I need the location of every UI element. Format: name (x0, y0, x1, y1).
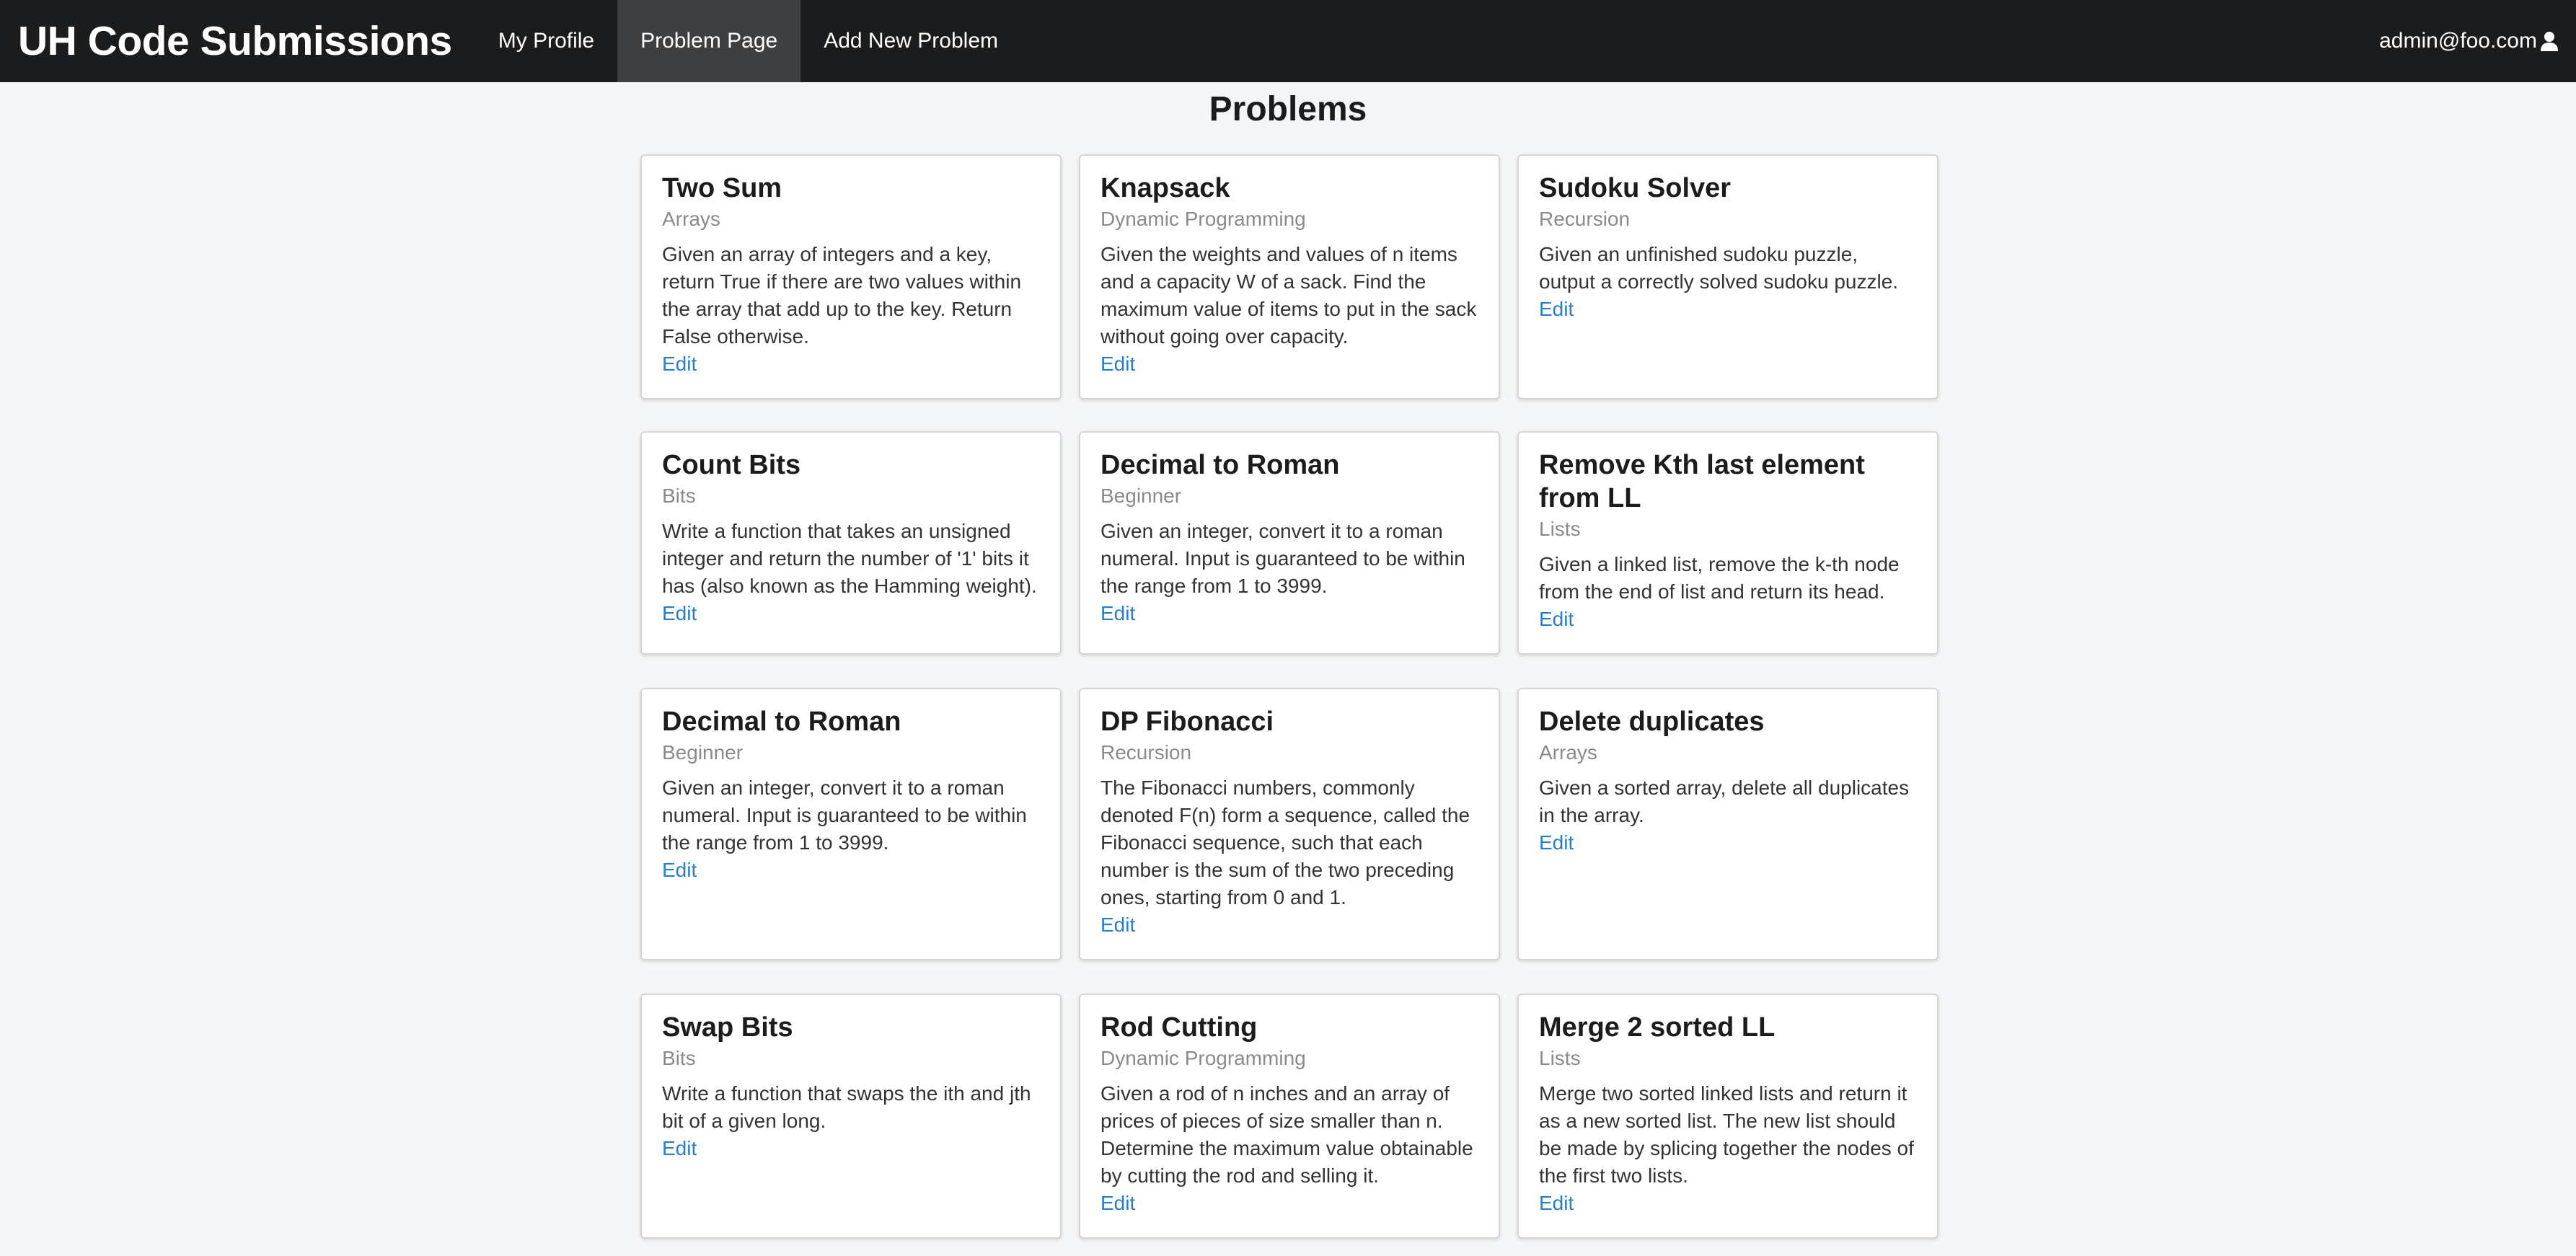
problem-category: Beginner (662, 741, 744, 764)
problem-category: Recursion (1539, 208, 1631, 230)
problem-category: Arrays (662, 208, 720, 230)
nav-my-profile[interactable]: My Profile (475, 0, 617, 82)
problem-card: Swap Bits Bits Write a function that swa… (640, 994, 1062, 1239)
problem-title: Remove Kth last element from LL (1539, 450, 1865, 513)
page-title: Problems (1209, 90, 1367, 128)
edit-link[interactable]: Edit (1100, 600, 1135, 627)
problem-card: Decimal to Roman Beginner Given an integ… (1079, 431, 1500, 655)
problem-category: Recursion (1100, 741, 1192, 764)
problem-card: Decimal to Roman Beginner Given an integ… (640, 688, 1062, 960)
edit-link[interactable]: Edit (1539, 1190, 1574, 1217)
problem-description: The Fibonacci numbers, commonly denoted … (1100, 777, 1470, 908)
problem-description: Given an unfinished sudoku puzzle, outpu… (1539, 243, 1899, 293)
top-navbar: UH Code Submissions My Profile Problem P… (0, 0, 2576, 82)
edit-link[interactable]: Edit (1100, 1190, 1135, 1217)
problem-card: Remove Kth last element from LL Lists Gi… (1517, 431, 1938, 655)
problem-title: Sudoku Solver (1539, 173, 1732, 203)
problem-category: Bits (662, 485, 696, 507)
edit-link[interactable]: Edit (662, 857, 697, 884)
problem-card: Rod Cutting Dynamic Programming Given a … (1079, 994, 1500, 1239)
edit-link[interactable]: Edit (662, 1135, 697, 1162)
problem-category: Lists (1539, 518, 1581, 540)
user-menu[interactable]: admin@foo.com (2379, 0, 2576, 82)
problem-description: Write a function that swaps the ith and … (662, 1082, 1031, 1132)
problem-card: DP Fibonacci Recursion The Fibonacci num… (1079, 688, 1500, 960)
edit-link[interactable]: Edit (1100, 911, 1135, 939)
problem-title: Count Bits (662, 450, 801, 480)
problem-description: Given an integer, convert it to a roman … (1100, 520, 1465, 597)
edit-link[interactable]: Edit (1539, 606, 1574, 633)
problem-title: Two Sum (662, 173, 782, 203)
problem-card: Delete duplicates Arrays Given a sorted … (1517, 688, 1938, 960)
problem-title: DP Fibonacci (1100, 707, 1274, 737)
problem-title: Rod Cutting (1100, 1012, 1258, 1043)
problem-category: Dynamic Programming (1100, 208, 1306, 230)
problem-card: Knapsack Dynamic Programming Given the w… (1079, 154, 1500, 399)
problem-title: Knapsack (1100, 173, 1230, 203)
problem-category: Arrays (1539, 741, 1597, 764)
edit-link[interactable]: Edit (1100, 350, 1135, 378)
problem-title: Decimal to Roman (662, 707, 901, 737)
problem-card: Two Sum Arrays Given an array of integer… (640, 154, 1062, 399)
problem-description: Given a linked list, remove the k-th nod… (1539, 553, 1900, 603)
user-icon (2541, 32, 2558, 51)
edit-link[interactable]: Edit (1539, 829, 1574, 857)
nav-problem-page[interactable]: Problem Page (617, 0, 801, 82)
problem-category: Beginner (1100, 485, 1182, 507)
problem-description: Given an array of integers and a key, re… (662, 243, 1022, 348)
brand-title[interactable]: UH Code Submissions (0, 0, 475, 82)
edit-link[interactable]: Edit (662, 600, 697, 627)
nav-add-new-problem[interactable]: Add New Problem (800, 0, 1021, 82)
problem-description: Merge two sorted linked lists and return… (1539, 1082, 1914, 1187)
problem-category: Bits (662, 1047, 696, 1069)
problem-description: Given an integer, convert it to a roman … (662, 777, 1027, 854)
edit-link[interactable]: Edit (662, 350, 697, 378)
problem-title: Decimal to Roman (1100, 450, 1340, 480)
problem-card: Merge 2 sorted LL Lists Merge two sorted… (1517, 994, 1938, 1239)
problem-description: Given the weights and values of n items … (1100, 243, 1477, 348)
edit-link[interactable]: Edit (1539, 296, 1574, 323)
problem-category: Dynamic Programming (1100, 1047, 1306, 1069)
problem-title: Swap Bits (662, 1012, 793, 1043)
problem-title: Merge 2 sorted LL (1539, 1012, 1776, 1043)
problem-card: Sudoku Solver Recursion Given an unfinis… (1517, 154, 1938, 399)
problem-category: Lists (1539, 1047, 1581, 1069)
problem-description: Given a rod of n inches and an array of … (1100, 1082, 1473, 1187)
user-email: admin@foo.com (2379, 29, 2537, 53)
problem-description: Given a sorted array, delete all duplica… (1539, 777, 1910, 826)
problem-description: Write a function that takes an unsigned … (662, 520, 1037, 597)
problem-title: Delete duplicates (1539, 707, 1765, 737)
problem-card: Count Bits Bits Write a function that ta… (640, 431, 1062, 655)
